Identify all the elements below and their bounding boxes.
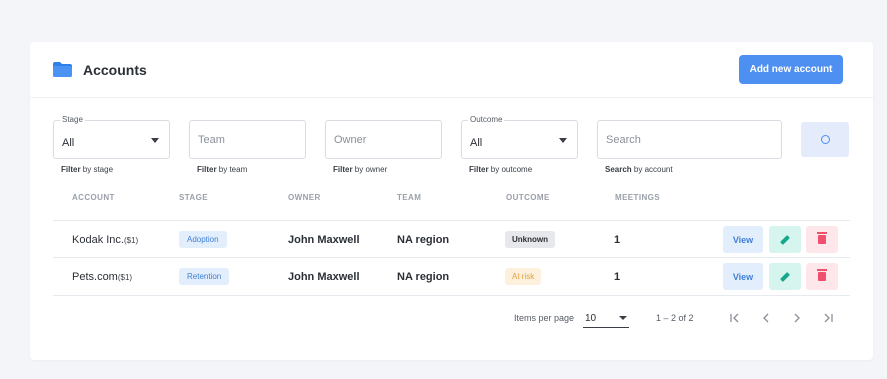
owner-cell: John Maxwell [288,271,360,283]
edit-button[interactable] [769,226,801,253]
account-id: ($1) [117,273,133,282]
search-hint-rest: by account [631,165,673,174]
first-page-icon [730,313,739,323]
first-page-button[interactable] [725,308,745,328]
stage-hint: Filter by stage [61,165,113,174]
pencil-icon [780,234,790,245]
team-input-placeholder: Team [198,134,225,146]
outcome-select-label: Outcome [468,115,505,124]
outcome-select[interactable]: Outcome All [461,115,578,159]
table-row: Pets.com($1) Retention John Maxwell NA r… [53,258,850,296]
column-header-outcome: OUTCOME [506,193,550,202]
meetings-cell: 1 [614,271,621,283]
owner-hint-strong: Filter [333,165,353,174]
account-cell: Pets.com($1) [72,271,132,283]
outcome-hint: Filter by outcome [469,165,532,174]
stage-hint-rest: by stage [80,165,114,174]
search-hint: Search by account [605,165,673,174]
search-button[interactable] [801,122,849,157]
owner-hint-rest: by owner [352,165,388,174]
stage-badge: Retention [179,268,230,285]
account-cell: Kodak Inc.($1) [72,234,138,246]
accounts-card: Accounts Add new account Stage All Filte… [30,42,873,360]
team-hint-rest: by team [216,165,248,174]
team-cell: NA region [397,234,450,246]
chevron-down-icon [559,138,567,143]
stage-select-value: All [62,137,75,149]
owner-input-placeholder: Owner [334,134,367,146]
folder-icon [53,62,72,77]
trash-icon [817,269,827,281]
page-range-label: 1 – 2 of 2 [656,313,694,323]
items-per-page-value: 10 [585,313,597,324]
column-header-meetings: MEETINGS [615,193,660,202]
column-header-stage: STAGE [179,193,208,202]
pencil-icon [780,271,790,282]
owner-cell: John Maxwell [288,234,360,246]
owner-input[interactable]: Owner [325,120,442,159]
search-input[interactable]: Search [597,120,782,159]
page-title: Accounts [83,62,147,78]
stage-select[interactable]: Stage All [53,115,170,159]
stage-select-label: Stage [60,115,85,124]
team-hint: Filter by team [197,165,247,174]
delete-button[interactable] [806,263,838,290]
card-header: Accounts Add new account [30,42,873,98]
stage-badge: Adoption [179,231,227,248]
outcome-badge: At risk [505,268,542,285]
stage-hint-strong: Filter [61,165,81,174]
prev-page-button[interactable] [756,308,776,328]
chevron-down-icon [151,138,159,143]
outcome-hint-strong: Filter [469,165,489,174]
items-per-page-select[interactable]: 10 [583,308,629,328]
column-header-account: ACCOUNT [72,193,115,202]
column-header-team: TEAM [397,193,422,202]
next-page-icon [794,313,800,323]
items-per-page-label: Items per page [514,313,575,323]
outcome-select-value: All [470,137,483,149]
add-new-account-button[interactable]: Add new account [739,55,843,84]
prev-page-icon [763,313,769,323]
team-hint-strong: Filter [197,165,217,174]
outcome-badge: Unknown [505,231,555,248]
table-row: Kodak Inc.($1) Adoption John Maxwell NA … [53,220,850,258]
next-page-button[interactable] [787,308,807,328]
team-input[interactable]: Team [189,120,306,159]
team-cell: NA region [397,271,450,283]
column-header-owner: OWNER [288,193,321,202]
account-id: ($1) [123,236,139,245]
chevron-down-icon [619,316,627,320]
search-hint-strong: Search [605,165,632,174]
view-button[interactable]: View [723,263,763,290]
delete-button[interactable] [806,226,838,253]
search-icon [820,135,830,144]
owner-hint: Filter by owner [333,165,387,174]
account-name: Pets.com [72,271,118,283]
search-input-placeholder: Search [606,134,641,146]
last-page-icon [824,313,833,323]
trash-icon [817,232,827,244]
meetings-cell: 1 [614,234,621,246]
edit-button[interactable] [769,263,801,290]
last-page-button[interactable] [818,308,838,328]
account-name: Kodak Inc. [72,234,124,246]
outcome-hint-rest: by outcome [488,165,533,174]
view-button[interactable]: View [723,226,763,253]
